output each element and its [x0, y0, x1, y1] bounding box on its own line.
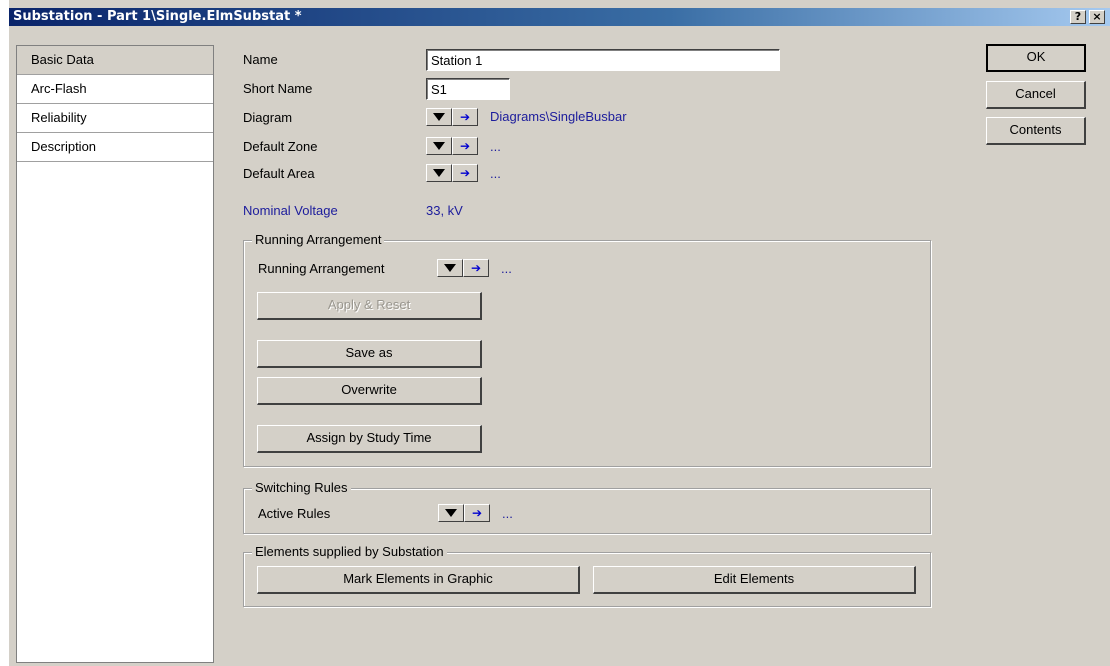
ok-button[interactable]: OK [986, 44, 1086, 72]
switching-rules-group: Switching Rules [243, 480, 931, 534]
window-title: Substation - Part 1\Single.ElmSubstat * [13, 9, 302, 24]
switching-rules-group-label: Switching Rules [252, 480, 351, 495]
running-arrangement-label: Running Arrangement [258, 261, 385, 276]
page-list: Basic Data Arc-Flash Reliability Descrip… [16, 45, 214, 663]
short-name-label: Short Name [243, 81, 313, 96]
jump-arrow-icon[interactable]: ➔ [464, 504, 490, 522]
active-rules-value[interactable]: ... [502, 506, 513, 521]
active-rules-selector: ➔ [438, 504, 490, 522]
nominal-voltage-value: 33, kV [426, 203, 463, 218]
default-area-label: Default Area [243, 166, 315, 181]
mark-elements-button[interactable]: Mark Elements in Graphic [257, 566, 580, 594]
jump-arrow-icon[interactable]: ➔ [452, 137, 478, 155]
apply-reset-button[interactable]: Apply & Reset [257, 292, 482, 320]
nav-description[interactable]: Description [17, 133, 213, 162]
diagram-selector: ➔ [426, 108, 478, 126]
dropdown-arrow-icon[interactable] [438, 504, 464, 522]
jump-arrow-icon[interactable]: ➔ [452, 108, 478, 126]
running-arrangement-group-label: Running Arrangement [252, 232, 385, 247]
dropdown-arrow-icon[interactable] [426, 108, 452, 126]
contents-button[interactable]: Contents [986, 117, 1086, 145]
dropdown-arrow-icon[interactable] [426, 137, 452, 155]
diagram-value[interactable]: Diagrams\SingleBusbar [490, 109, 627, 124]
edit-elements-button[interactable]: Edit Elements [593, 566, 916, 594]
name-label: Name [243, 52, 278, 67]
name-field[interactable] [426, 49, 780, 71]
running-arrangement-value[interactable]: ... [501, 261, 512, 276]
nominal-voltage-label: Nominal Voltage [243, 203, 338, 218]
jump-arrow-icon[interactable]: ➔ [452, 164, 478, 182]
zone-value[interactable]: ... [490, 139, 501, 154]
running-arrangement-selector: ➔ [437, 259, 489, 277]
dropdown-arrow-icon[interactable] [426, 164, 452, 182]
nav-reliability[interactable]: Reliability [17, 104, 213, 133]
assign-by-study-time-button[interactable]: Assign by Study Time [257, 425, 482, 453]
active-rules-label: Active Rules [258, 506, 331, 521]
diagram-label: Diagram [243, 110, 293, 125]
nav-basic-data[interactable]: Basic Data [17, 46, 213, 75]
zone-selector: ➔ [426, 137, 478, 155]
elements-group-label: Elements supplied by Substation [252, 544, 447, 559]
overwrite-button[interactable]: Overwrite [257, 377, 482, 405]
default-zone-label: Default Zone [243, 139, 318, 154]
jump-arrow-icon[interactable]: ➔ [463, 259, 489, 277]
save-as-button[interactable]: Save as [257, 340, 482, 368]
area-value[interactable]: ... [490, 166, 501, 181]
nav-arc-flash[interactable]: Arc-Flash [17, 75, 213, 104]
close-button[interactable]: × [1089, 10, 1105, 24]
dropdown-arrow-icon[interactable] [437, 259, 463, 277]
area-selector: ➔ [426, 164, 478, 182]
cancel-button[interactable]: Cancel [986, 81, 1086, 109]
title-bar[interactable]: Substation - Part 1\Single.ElmSubstat * … [9, 8, 1110, 26]
help-button[interactable]: ? [1070, 10, 1086, 24]
short-name-field[interactable] [426, 78, 510, 100]
